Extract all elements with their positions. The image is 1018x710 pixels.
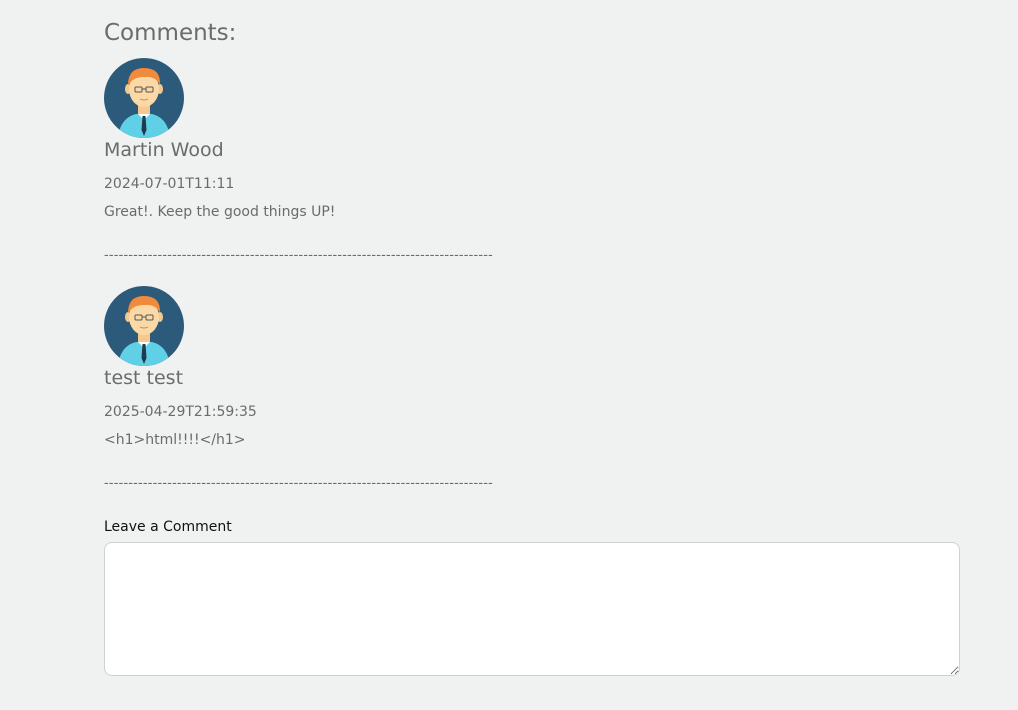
- user-avatar-icon: [104, 58, 184, 138]
- comment-textarea[interactable]: [104, 542, 960, 676]
- leave-comment-label: Leave a Comment: [104, 519, 232, 535]
- comment-date: 2025-04-29T21:59:35: [104, 404, 257, 420]
- comment-date: 2024-07-01T11:11: [104, 176, 235, 192]
- comment-divider: ----------------------------------------…: [104, 474, 493, 490]
- comment-text: Great!. Keep the good things UP!: [104, 204, 336, 220]
- user-avatar-icon: [104, 286, 184, 366]
- comment-divider: ----------------------------------------…: [104, 246, 493, 262]
- comments-heading: Comments:: [104, 20, 237, 46]
- comment-author: test test: [104, 367, 184, 389]
- comment-text: <h1>html!!!!</h1>: [104, 432, 246, 448]
- comment-author: Martin Wood: [104, 139, 224, 161]
